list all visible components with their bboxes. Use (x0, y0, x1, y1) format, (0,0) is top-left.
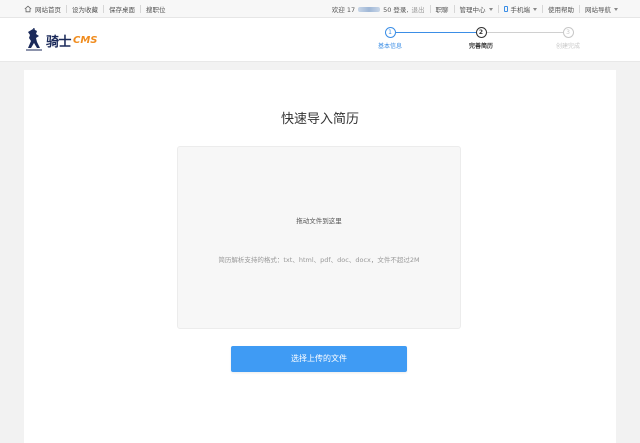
select-file-button[interactable]: 选择上传的文件 (231, 346, 407, 372)
admin-center-label: 管理中心 (459, 6, 486, 14)
top-bar-left: 网站首页 设为收藏 保存桌面 搜职位 (24, 0, 166, 18)
file-drop-zone[interactable]: 拖动文件到这里 简历解析支持的格式：txt、html、pdf、doc、docx，… (177, 146, 461, 329)
divider (429, 5, 431, 13)
mobile-label: 手机端 (510, 6, 531, 14)
find-job-link[interactable]: 搜职位 (146, 4, 166, 14)
logo[interactable]: 骑士 CMS (24, 27, 104, 53)
chevron-down-icon (614, 7, 618, 11)
save-desktop-link[interactable]: 保存桌面 (109, 4, 135, 14)
home-link[interactable]: 网站首页 (24, 4, 61, 14)
site-nav-menu[interactable]: 网站导航 (585, 4, 618, 14)
logo-cms: CMS (73, 34, 98, 46)
home-icon (24, 5, 32, 13)
welcome-prefix: 欢迎 17 (331, 6, 356, 14)
step-3-circle: 3 (562, 27, 574, 38)
welcome-text: 欢迎 17 50 登录, (332, 4, 409, 14)
logout-link[interactable]: 退出 (412, 4, 425, 14)
divider (542, 5, 543, 13)
main-card: 快速导入简历 拖动文件到这里 简历解析支持的格式：txt、html、pdf、do… (24, 70, 616, 443)
chevron-down-icon (533, 7, 537, 11)
home-link-label: 网站首页 (35, 6, 61, 14)
divider (579, 5, 580, 13)
divider (103, 5, 104, 13)
step-2: 2 完善简历 (451, 27, 511, 50)
chevron-down-icon (488, 7, 493, 11)
phone-icon (503, 6, 508, 12)
knight-logo-icon (26, 28, 42, 51)
bookmark-link[interactable]: 设为收藏 (72, 4, 98, 14)
step-3: 3 创建完成 (538, 27, 598, 50)
step-2-circle: 2 (475, 27, 487, 38)
site-nav-label: 网站导航 (585, 6, 611, 14)
divider (140, 5, 141, 13)
logo-text: 骑士 (46, 34, 72, 50)
jobs-chat-link[interactable]: 职聊 (436, 4, 449, 14)
divider (497, 5, 499, 13)
mobile-menu[interactable]: 手机端 (503, 4, 537, 14)
masked-username (358, 6, 381, 12)
top-bar: 网站首页 设为收藏 保存桌面 搜职位 欢迎 17 50 登录, 退出 职聊 管理… (0, 0, 640, 18)
admin-center-menu[interactable]: 管理中心 (460, 4, 493, 14)
help-link[interactable]: 使用帮助 (548, 4, 574, 14)
site-header: 骑士 CMS 1 基本信息 2 完善简历 3 创建完成 (0, 18, 640, 62)
top-bar-right: 欢迎 17 50 登录, 退出 职聊 管理中心 手机端 使用帮助 网站导航 (332, 0, 618, 18)
welcome-suffix: 50 登录, (383, 6, 409, 14)
step-2-label: 完善简历 (468, 43, 493, 50)
step-1: 1 基本信息 (360, 27, 420, 50)
progress-steps: 1 基本信息 2 完善简历 3 创建完成 (360, 27, 590, 55)
step-1-label: 基本信息 (377, 43, 402, 50)
drop-zone-text: 拖动文件到这里 (296, 217, 342, 225)
step-3-label: 创建完成 (555, 43, 580, 50)
format-hint: 简历解析支持的格式：txt、html、pdf、doc、docx，文件不超过2M (218, 256, 420, 264)
page-title: 快速导入简历 (280, 112, 359, 127)
divider (453, 5, 455, 13)
divider (66, 5, 67, 13)
step-1-circle: 1 (384, 27, 396, 38)
